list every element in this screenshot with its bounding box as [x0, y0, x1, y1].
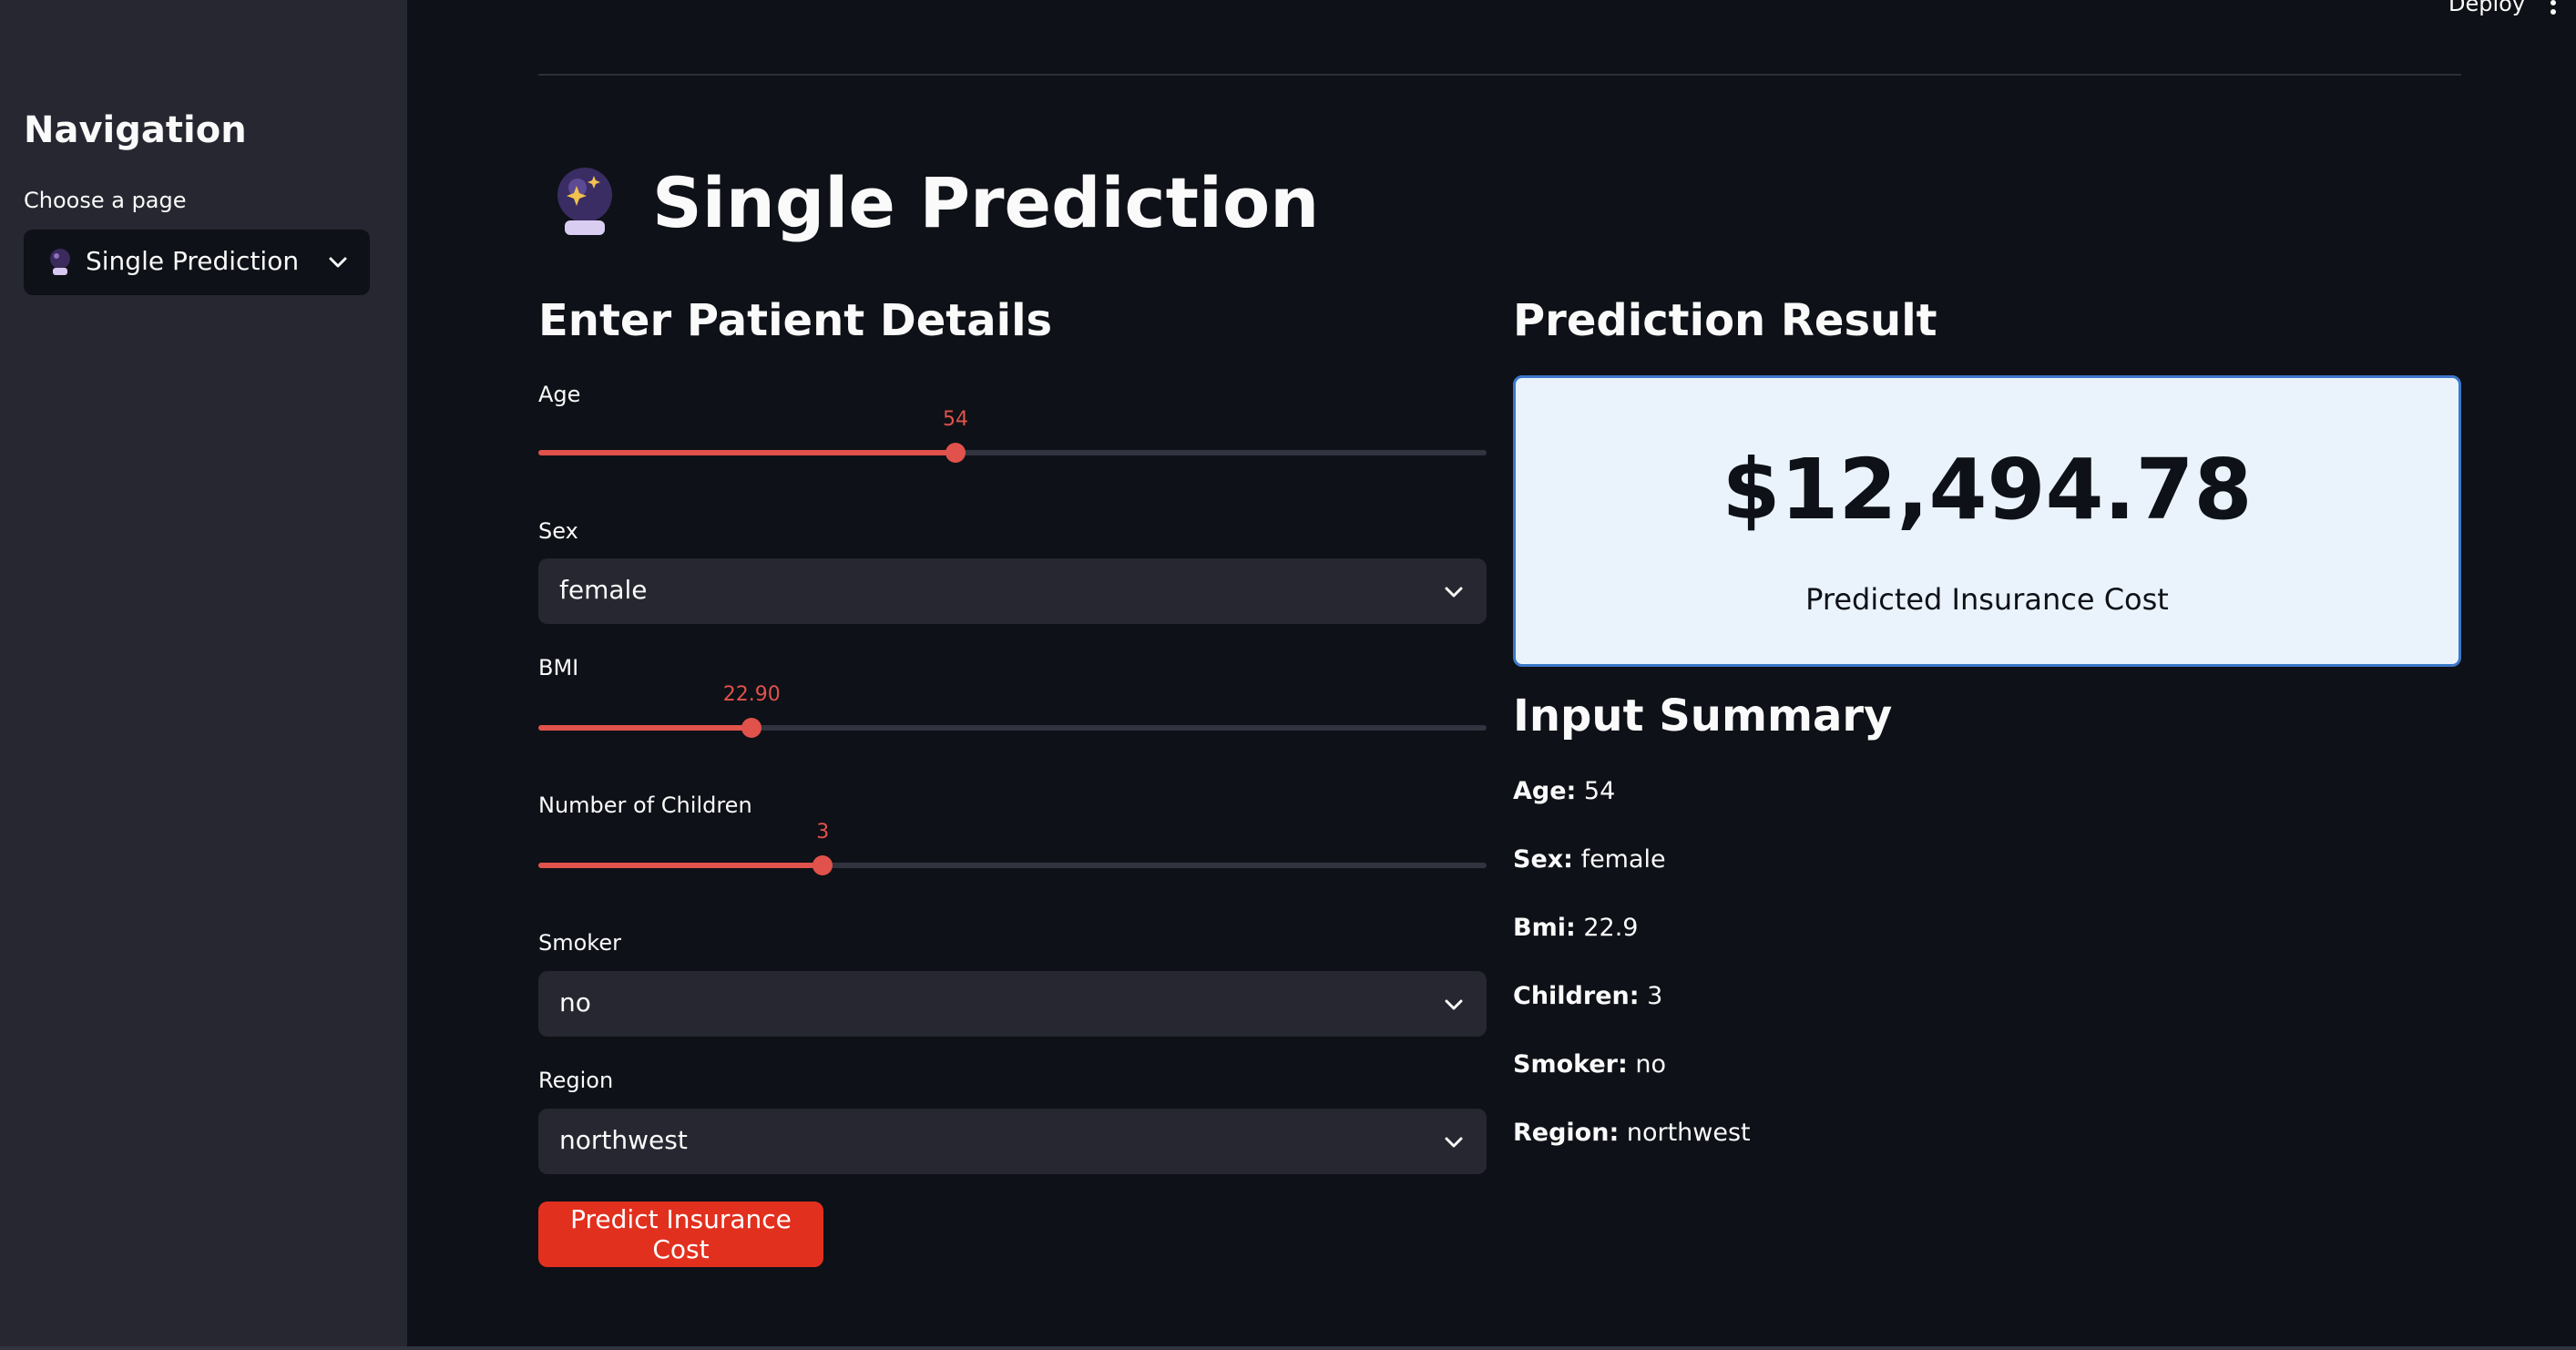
crystal-ball-icon — [50, 249, 70, 275]
slider-value: 22.90 — [722, 683, 781, 706]
slider-fill — [538, 863, 823, 868]
predicted-caption: Predicted Insurance Cost — [1805, 582, 2169, 617]
summary-key: Age: — [1513, 777, 1577, 805]
slider-fill — [538, 725, 752, 731]
summary-item-region: Region: northwest — [1513, 1118, 1751, 1149]
result-card: $12,494.78 Predicted Insurance Cost — [1513, 375, 2461, 667]
summary-key: Sex: — [1513, 845, 1573, 874]
age-slider[interactable]: 54 — [538, 408, 1487, 466]
summary-item-smoker: Smoker: no — [1513, 1049, 1666, 1080]
sex-select-value: female — [559, 575, 648, 605]
region-label: Region — [538, 1068, 614, 1093]
children-slider[interactable]: 3 — [538, 821, 1487, 879]
summary-value: 22.9 — [1575, 914, 1639, 942]
age-label: Age — [538, 382, 581, 407]
chevron-down-icon — [329, 257, 347, 268]
summary-value: northwest — [1619, 1119, 1751, 1147]
summary-value: no — [1627, 1050, 1667, 1079]
summary-key: Children: — [1513, 982, 1640, 1010]
slider-thumb[interactable] — [946, 443, 966, 463]
summary-item-bmi: Bmi: 22.9 — [1513, 913, 1638, 944]
summary-item-sex: Sex: female — [1513, 844, 1666, 875]
summary-value: 54 — [1576, 777, 1616, 805]
region-select[interactable]: northwest — [538, 1109, 1487, 1174]
slider-fill — [538, 450, 956, 455]
slider-thumb[interactable] — [741, 718, 762, 738]
header-divider — [538, 74, 2461, 76]
summary-value: 3 — [1639, 982, 1663, 1010]
page-select-label: Choose a page — [24, 188, 187, 213]
bottom-divider — [0, 1346, 2576, 1350]
summary-value: female — [1572, 845, 1666, 874]
result-heading: Prediction Result — [1513, 295, 1937, 346]
smoker-select-value: no — [559, 987, 591, 1018]
page-select-value: Single Prediction — [86, 246, 300, 276]
chevron-down-icon — [1445, 1137, 1463, 1148]
deploy-button[interactable]: Deploy — [2448, 0, 2525, 16]
chevron-down-icon — [1445, 999, 1463, 1010]
summary-key: Region: — [1513, 1119, 1620, 1147]
region-select-value: northwest — [559, 1125, 688, 1155]
kebab-menu-icon[interactable] — [2549, 0, 2558, 22]
sidebar-title: Navigation — [24, 109, 247, 151]
slider-value: 3 — [816, 821, 830, 844]
page-select[interactable]: Single Prediction — [24, 230, 370, 295]
chevron-down-icon — [1445, 587, 1463, 598]
predict-button[interactable]: Predict Insurance Cost — [538, 1202, 823, 1267]
slider-thumb[interactable] — [813, 855, 833, 875]
sex-label: Sex — [538, 518, 578, 544]
form-heading: Enter Patient Details — [538, 295, 1053, 346]
summary-key: Bmi: — [1513, 914, 1576, 942]
page-title: Single Prediction — [652, 162, 1320, 243]
summary-item-children: Children: 3 — [1513, 981, 1662, 1012]
summary-item-age: Age: 54 — [1513, 776, 1615, 807]
smoker-label: Smoker — [538, 930, 621, 956]
slider-value: 54 — [943, 408, 969, 431]
children-label: Number of Children — [538, 793, 752, 818]
summary-key: Smoker: — [1513, 1050, 1628, 1079]
smoker-select[interactable]: no — [538, 971, 1487, 1037]
predicted-amount: $12,494.78 — [1722, 441, 2253, 538]
crystal-ball-icon — [557, 168, 612, 235]
bmi-label: BMI — [538, 655, 579, 680]
sidebar: Navigation Choose a page Single Predicti… — [0, 0, 407, 1346]
summary-heading: Input Summary — [1513, 690, 1893, 741]
bmi-slider[interactable]: 22.90 — [538, 683, 1487, 741]
sex-select[interactable]: female — [538, 558, 1487, 624]
